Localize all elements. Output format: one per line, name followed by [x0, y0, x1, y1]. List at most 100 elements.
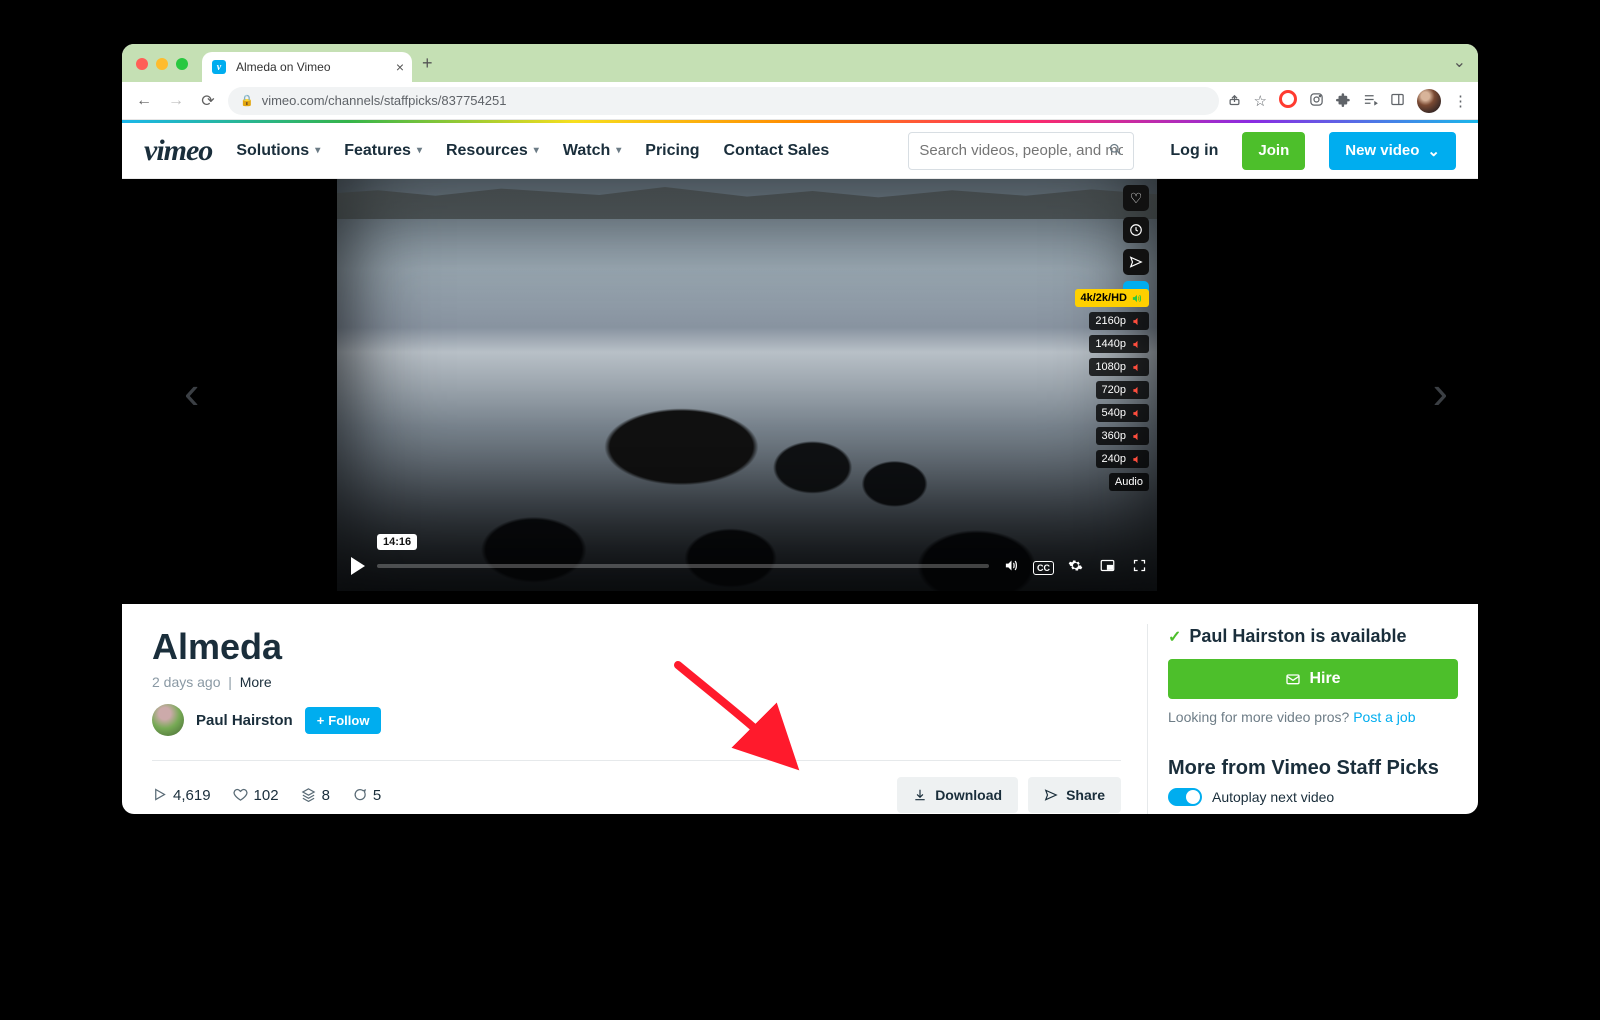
- join-button[interactable]: Join: [1242, 132, 1305, 170]
- video-player[interactable]: ♡ S 4k/2k/HD 2160p 1440p 1080p 720p 540p: [337, 179, 1157, 591]
- search-box[interactable]: [908, 132, 1134, 170]
- profile-avatar[interactable]: [1417, 89, 1441, 113]
- new-tab-button[interactable]: +: [422, 53, 433, 74]
- video-frame-art: [337, 179, 1157, 219]
- maximize-window-icon[interactable]: [176, 58, 188, 70]
- chevron-down-icon: ▾: [616, 145, 621, 156]
- stack-icon: [301, 787, 316, 804]
- share-button[interactable]: Share: [1028, 777, 1121, 813]
- quality-360p[interactable]: 360p: [1096, 427, 1149, 445]
- reload-button[interactable]: ⟳: [196, 91, 220, 111]
- comment-icon: [352, 787, 367, 804]
- opera-extension-icon[interactable]: [1279, 90, 1297, 112]
- post-job-link[interactable]: Post a job: [1353, 709, 1415, 725]
- quality-720p[interactable]: 720p: [1096, 381, 1149, 399]
- nav-resources[interactable]: Resources▾: [446, 142, 539, 160]
- quality-menu: 4k/2k/HD 2160p 1440p 1080p 720p 540p 360…: [1075, 289, 1149, 491]
- author-avatar[interactable]: [152, 704, 184, 736]
- quality-header[interactable]: 4k/2k/HD: [1075, 289, 1149, 307]
- watchlater-overlay-icon[interactable]: [1123, 217, 1149, 243]
- comments-stat[interactable]: 5: [352, 787, 381, 804]
- quality-240p[interactable]: 240p: [1096, 450, 1149, 468]
- nav-contact-sales[interactable]: Contact Sales: [724, 142, 830, 160]
- search-input[interactable]: [919, 142, 1123, 159]
- site-nav: vimeo Solutions▾ Features▾ Resources▾ Wa…: [122, 123, 1478, 179]
- autoplay-label: Autoplay next video: [1212, 789, 1334, 805]
- timecode-bubble: 14:16: [377, 534, 417, 550]
- upload-age: 2 days ago: [152, 674, 221, 690]
- hire-button[interactable]: Hire: [1168, 659, 1458, 699]
- left-column: Almeda 2 days ago | More Paul Hairston +…: [122, 604, 1147, 814]
- looking-text: Looking for more video pros? Post a job: [1168, 709, 1458, 725]
- quality-2160p[interactable]: 2160p: [1089, 312, 1149, 330]
- heart-icon: [233, 787, 248, 804]
- nav-watch[interactable]: Watch▾: [563, 142, 621, 160]
- plays-stat[interactable]: 4,619: [152, 787, 211, 804]
- tab-strip: v Almeda on Vimeo × + ⌄: [122, 44, 1478, 82]
- back-button[interactable]: ←: [132, 92, 156, 110]
- quality-540p[interactable]: 540p: [1096, 404, 1149, 422]
- quality-1080p[interactable]: 1080p: [1089, 358, 1149, 376]
- close-tab-icon[interactable]: ×: [396, 59, 404, 75]
- download-button[interactable]: Download: [897, 777, 1018, 813]
- cc-icon[interactable]: CC: [1033, 558, 1053, 575]
- play-button[interactable]: [351, 557, 365, 575]
- instagram-extension-icon[interactable]: [1309, 92, 1324, 109]
- right-column: ✓ Paul Hairston is available Hire Lookin…: [1148, 604, 1478, 814]
- volume-icon[interactable]: [1001, 558, 1021, 575]
- share-overlay-icon[interactable]: [1123, 249, 1149, 275]
- login-link[interactable]: Log in: [1170, 142, 1218, 160]
- url-box[interactable]: 🔒 vimeo.com/channels/staffpicks/83775425…: [228, 87, 1219, 115]
- next-video-chevron[interactable]: ›: [1433, 365, 1448, 419]
- nav-pricing[interactable]: Pricing: [645, 142, 699, 160]
- more-from-heading: More from Vimeo Staff Picks: [1168, 757, 1458, 780]
- quality-audio[interactable]: Audio: [1109, 473, 1149, 491]
- vimeo-favicon-icon: v: [212, 60, 226, 74]
- video-meta: 2 days ago | More: [152, 674, 1121, 690]
- panel-icon[interactable]: [1390, 92, 1405, 109]
- tab-title: Almeda on Vimeo: [236, 60, 331, 74]
- tabs-dropdown-icon[interactable]: ⌄: [1453, 52, 1466, 72]
- settings-gear-icon[interactable]: [1065, 558, 1085, 575]
- nav-solutions[interactable]: Solutions▾: [236, 142, 320, 160]
- lock-icon: 🔒: [240, 94, 254, 107]
- play-icon: [152, 787, 167, 804]
- video-stage: ‹ › ♡ S 4k/2k/HD 2160p 1440p: [122, 179, 1478, 604]
- new-video-button[interactable]: New video ⌄: [1329, 132, 1456, 170]
- browser-window: v Almeda on Vimeo × + ⌄ ← → ⟳ 🔒 vimeo.co…: [122, 44, 1478, 814]
- progress-bar[interactable]: 14:16: [377, 556, 989, 576]
- share-page-icon[interactable]: [1227, 92, 1242, 109]
- content-area: Almeda 2 days ago | More Paul Hairston +…: [122, 604, 1478, 814]
- like-overlay-icon[interactable]: ♡: [1123, 185, 1149, 211]
- fullscreen-icon[interactable]: [1129, 558, 1149, 575]
- minimize-window-icon[interactable]: [156, 58, 168, 70]
- quality-1440p[interactable]: 1440p: [1089, 335, 1149, 353]
- more-link[interactable]: More: [240, 674, 272, 690]
- kebab-menu-icon[interactable]: ⋮: [1453, 92, 1468, 110]
- url-text: vimeo.com/channels/staffpicks/837754251: [262, 93, 507, 108]
- playlist-icon[interactable]: [1363, 92, 1378, 109]
- collections-stat[interactable]: 8: [301, 787, 330, 804]
- close-window-icon[interactable]: [136, 58, 148, 70]
- availability-row: ✓ Paul Hairston is available: [1168, 626, 1458, 647]
- player-controls: 14:16 CC: [345, 549, 1149, 583]
- likes-stat[interactable]: 102: [233, 787, 279, 804]
- video-title: Almeda: [152, 626, 1121, 668]
- vimeo-logo[interactable]: vimeo: [144, 134, 212, 168]
- search-icon[interactable]: [1108, 142, 1123, 159]
- pip-icon[interactable]: [1097, 558, 1117, 575]
- chevron-down-icon: ▾: [417, 145, 422, 156]
- extensions-icon[interactable]: [1336, 92, 1351, 109]
- prev-video-chevron[interactable]: ‹: [184, 365, 199, 419]
- author-name[interactable]: Paul Hairston: [196, 712, 293, 729]
- forward-button[interactable]: →: [164, 92, 188, 110]
- bookmark-star-icon[interactable]: ☆: [1254, 92, 1267, 110]
- browser-tab[interactable]: v Almeda on Vimeo ×: [202, 52, 412, 82]
- nav-features[interactable]: Features▾: [344, 142, 422, 160]
- author-row: Paul Hairston + Follow: [152, 704, 1121, 736]
- availability-text: Paul Hairston is available: [1189, 626, 1406, 647]
- autoplay-row[interactable]: Autoplay next video: [1168, 788, 1458, 806]
- autoplay-toggle[interactable]: [1168, 788, 1202, 806]
- follow-button[interactable]: + Follow: [305, 707, 382, 734]
- window-controls[interactable]: [122, 58, 202, 82]
